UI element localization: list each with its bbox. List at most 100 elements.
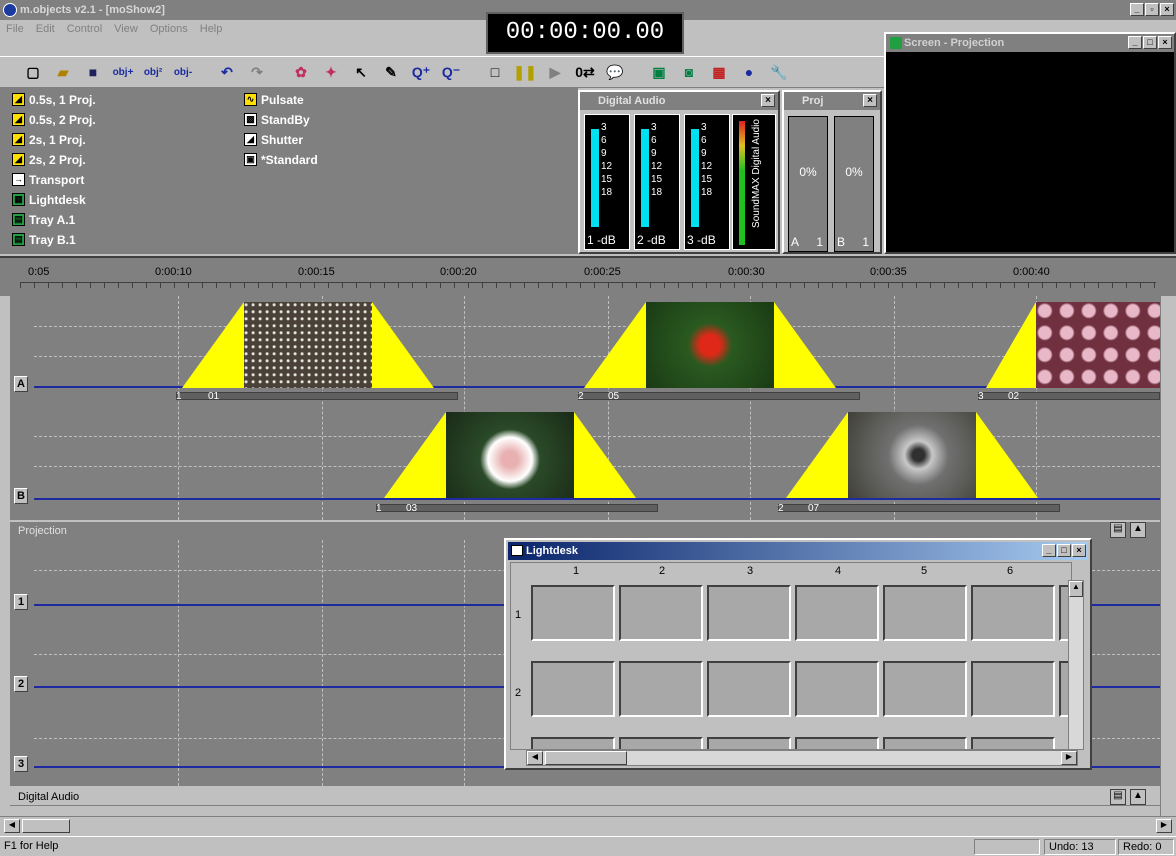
lightdesk-slot[interactable]	[883, 737, 967, 749]
maximize-button[interactable]: □	[1057, 544, 1071, 557]
track-label-b[interactable]: B	[14, 488, 28, 504]
lightdesk-icon[interactable]: ▦	[708, 61, 730, 83]
menu-file[interactable]: File	[6, 23, 24, 35]
mixer-icon[interactable]: ▤	[1110, 789, 1126, 805]
clip-bar[interactable]	[978, 392, 1160, 400]
object-item[interactable]: ◢ 2s, 1 Proj.	[12, 130, 86, 149]
screen-icon[interactable]: ▣	[648, 61, 670, 83]
wrench-icon[interactable]: 🔧	[768, 61, 790, 83]
projection-row-3[interactable]: 3	[14, 756, 28, 772]
horizontal-scrollbar[interactable]: ◀ ▶	[0, 816, 1176, 834]
lightdesk-slot[interactable]	[795, 585, 879, 641]
vertical-scrollbar[interactable]	[1160, 296, 1176, 816]
minimize-button[interactable]: _	[1128, 36, 1142, 49]
object-item[interactable]: ▣ *Standard	[244, 150, 318, 169]
scroll-left-icon[interactable]: ◀	[527, 751, 543, 765]
scroll-thumb[interactable]	[545, 751, 627, 765]
undo-icon[interactable]: ↶	[216, 61, 238, 83]
minimize-button[interactable]: _	[1042, 544, 1056, 557]
slide-thumbnail[interactable]	[646, 302, 774, 388]
lightdesk-slot[interactable]	[883, 661, 967, 717]
play-icon[interactable]: ▶	[544, 61, 566, 83]
zoom-out-icon[interactable]: Q⁻	[440, 61, 462, 83]
object-item[interactable]: ▩ StandBy	[244, 110, 310, 129]
close-button[interactable]: ×	[761, 94, 775, 107]
object-item[interactable]: → Transport	[12, 170, 84, 189]
close-button[interactable]: ×	[863, 94, 877, 107]
scroll-right-icon[interactable]: ▶	[1061, 751, 1077, 765]
timeline-ruler[interactable]: 0:05 0:00:10 0:00:15 0:00:20 0:00:25 0:0…	[0, 256, 1176, 296]
lightdesk-slot[interactable]	[619, 661, 703, 717]
scroll-right-icon[interactable]: ▶	[1156, 819, 1172, 833]
redo-icon[interactable]: ↷	[246, 61, 268, 83]
lightdesk-slot[interactable]	[531, 585, 615, 641]
lightdesk-hscroll[interactable]: ◀ ▶	[526, 750, 1078, 766]
slide-thumbnail[interactable]	[446, 412, 574, 498]
open-folder-icon[interactable]: ▰	[52, 61, 74, 83]
image-tracks[interactable]: A B 1 01 2 05 3 02 1 03 2 07	[10, 296, 1160, 520]
clip-bar[interactable]	[376, 504, 658, 512]
refresh-icon[interactable]: ✿	[290, 61, 312, 83]
minimize-button[interactable]: _	[1130, 3, 1144, 16]
menu-options[interactable]: Options	[150, 23, 188, 35]
collapse-icon[interactable]: ▲	[1130, 522, 1146, 538]
lightdesk-slot[interactable]	[971, 737, 1055, 749]
clip-bar[interactable]	[578, 392, 860, 400]
track-label-a[interactable]: A	[14, 376, 28, 392]
slide-thumbnail[interactable]	[848, 412, 976, 498]
slide-thumbnail[interactable]	[1036, 302, 1160, 388]
close-button[interactable]: ×	[1158, 36, 1172, 49]
stop-icon[interactable]: □	[484, 61, 506, 83]
object-item[interactable]: ◢ 0.5s, 1 Proj.	[12, 90, 96, 109]
close-button[interactable]: ×	[1072, 544, 1086, 557]
paint-icon[interactable]: ●	[738, 61, 760, 83]
lightdesk-grid[interactable]: 1 2 3 4 5 6 1 2	[510, 562, 1072, 750]
lightdesk-slot[interactable]	[707, 661, 791, 717]
scroll-thumb[interactable]	[22, 819, 70, 833]
select-icon[interactable]: ✦	[320, 61, 342, 83]
pause-icon[interactable]: ❚❚	[513, 61, 536, 83]
object-item[interactable]: ◢ Shutter	[244, 130, 303, 149]
object-item[interactable]: ▤ Tray B.1	[12, 230, 76, 249]
object-item[interactable]: ▦ Lightdesk	[12, 190, 86, 209]
lightdesk-slot[interactable]	[795, 661, 879, 717]
object-item[interactable]: ∿ Pulsate	[244, 90, 304, 109]
mixer-icon[interactable]: ▤	[1110, 522, 1126, 538]
lightdesk-slot[interactable]	[795, 737, 879, 749]
lightdesk-slot[interactable]	[531, 661, 615, 717]
lightdesk-vscroll[interactable]: ▲	[1068, 580, 1084, 750]
pen-icon[interactable]: ✎	[380, 61, 402, 83]
menu-edit[interactable]: Edit	[36, 23, 55, 35]
object-item[interactable]: ▤ Tray A.1	[12, 210, 75, 229]
scroll-up-icon[interactable]: ▲	[1069, 581, 1083, 597]
lightdesk-slot[interactable]	[707, 585, 791, 641]
zoom-in-icon[interactable]: Q⁺	[410, 61, 432, 83]
speech-icon[interactable]: 💬	[604, 61, 626, 83]
pointer-icon[interactable]: ↖	[350, 61, 372, 83]
object-2-icon[interactable]: obj²	[142, 61, 164, 83]
lightdesk-slot[interactable]	[971, 661, 1055, 717]
menu-help[interactable]: Help	[200, 23, 223, 35]
lightdesk-slot[interactable]	[619, 585, 703, 641]
remove-object-icon[interactable]: obj-	[172, 61, 194, 83]
loop-icon[interactable]: 0⇄	[574, 61, 596, 83]
collapse-icon[interactable]: ▲	[1130, 789, 1146, 805]
object-item[interactable]: ◢ 0.5s, 2 Proj.	[12, 110, 96, 129]
projection-row-1[interactable]: 1	[14, 594, 28, 610]
lightdesk-slot[interactable]	[971, 585, 1055, 641]
close-button[interactable]: ×	[1160, 3, 1174, 16]
new-file-icon[interactable]: ▢	[22, 61, 44, 83]
object-item[interactable]: ◢ 2s, 2 Proj.	[12, 150, 86, 169]
lightdesk-slot[interactable]	[707, 737, 791, 749]
menu-view[interactable]: View	[114, 23, 138, 35]
slide-thumbnail[interactable]	[244, 302, 372, 388]
add-object-icon[interactable]: obj+	[112, 61, 134, 83]
monitor-icon[interactable]: ◙	[678, 61, 700, 83]
restore-button[interactable]: ▫	[1145, 3, 1159, 16]
lightdesk-slot[interactable]	[883, 585, 967, 641]
lightdesk-slot[interactable]	[531, 737, 615, 749]
projection-row-2[interactable]: 2	[14, 676, 28, 692]
scroll-left-icon[interactable]: ◀	[4, 819, 20, 833]
menu-control[interactable]: Control	[67, 23, 102, 35]
save-icon[interactable]: ■	[82, 61, 104, 83]
